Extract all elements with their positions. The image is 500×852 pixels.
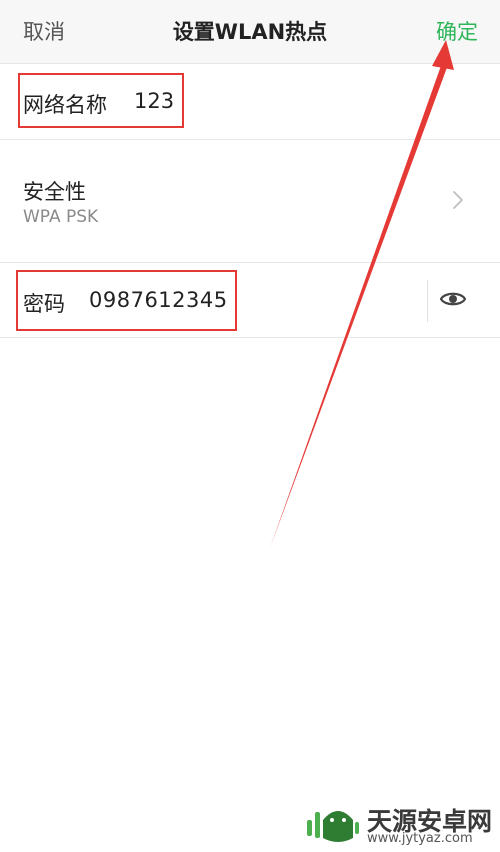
- chevron-right-icon: [453, 191, 463, 209]
- watermark-url: www.jytyaz.com: [367, 831, 473, 846]
- security-row[interactable]: 安全性 WPA PSK: [0, 140, 500, 263]
- header-bar: 取消 设置WLAN热点 确定: [0, 0, 500, 64]
- annotation-box-network-name: [18, 73, 184, 128]
- password-toggle-divider: [427, 280, 428, 322]
- wlan-hotspot-settings-screen: 取消 设置WLAN热点 确定 网络名称 123 安全性 WPA PSK 密码 0…: [0, 0, 500, 852]
- android-logo-icon: [307, 811, 359, 842]
- watermark: 天源安卓网 www.jytyaz.com: [305, 800, 495, 846]
- confirm-button[interactable]: 确定: [436, 16, 478, 46]
- security-value: WPA PSK: [23, 207, 99, 227]
- eye-icon[interactable]: [439, 288, 467, 310]
- annotation-box-password: [16, 270, 237, 331]
- security-label: 安全性: [23, 180, 86, 204]
- page-title: 设置WLAN热点: [172, 20, 328, 44]
